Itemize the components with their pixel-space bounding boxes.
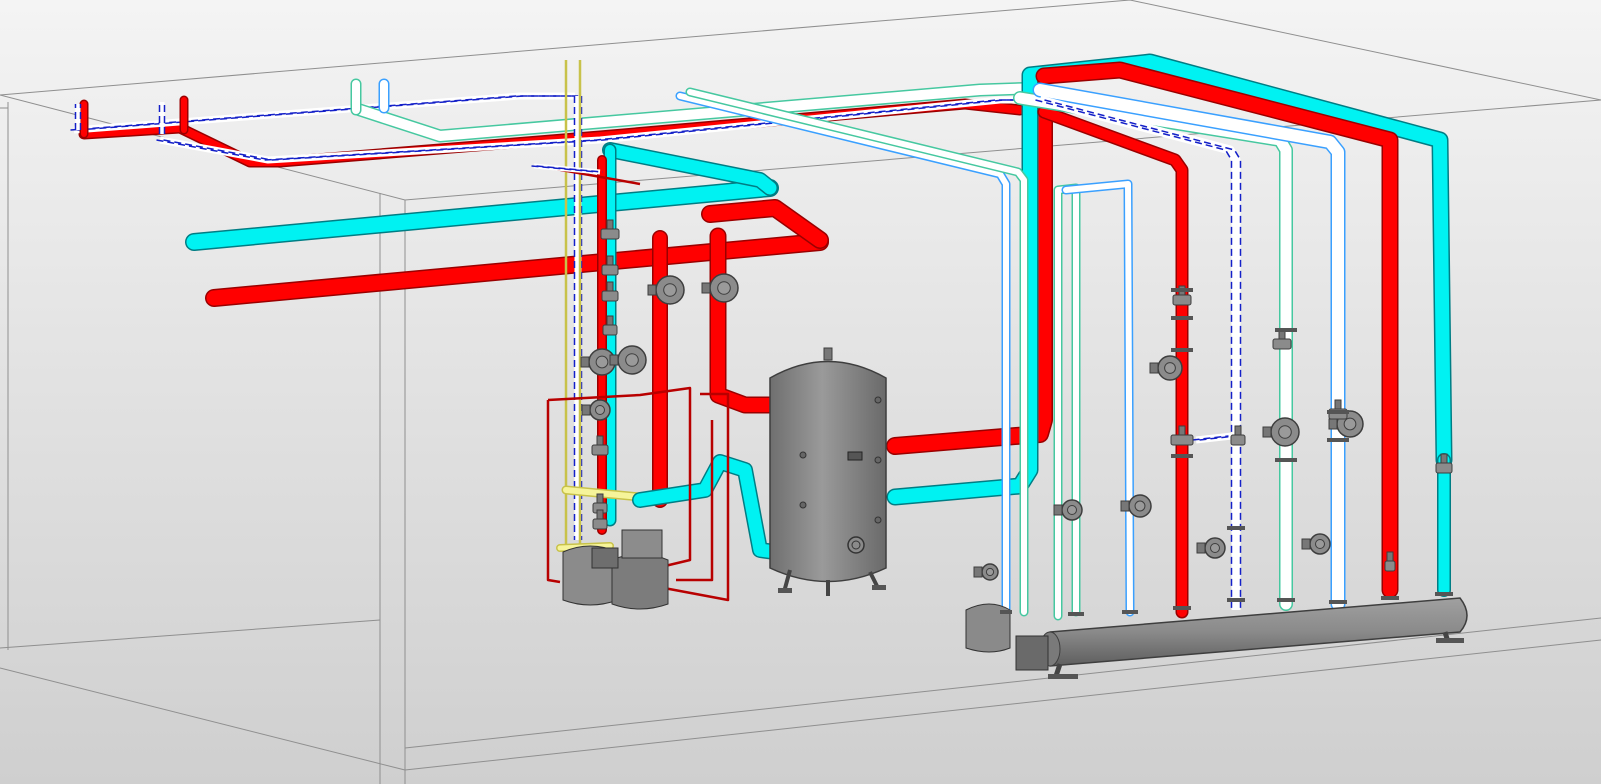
blue-riser-mid[interactable] bbox=[158, 102, 166, 134]
flange bbox=[1327, 410, 1349, 414]
flange bbox=[1435, 592, 1453, 596]
blue-riser-left[interactable] bbox=[74, 104, 82, 130]
flange bbox=[1227, 598, 1245, 602]
flange bbox=[1329, 600, 1347, 604]
flange bbox=[1171, 454, 1193, 458]
flange bbox=[1275, 458, 1297, 462]
flange bbox=[1171, 316, 1193, 320]
valve[interactable] bbox=[1384, 551, 1396, 572]
flange bbox=[1068, 612, 1084, 616]
flange bbox=[1171, 348, 1193, 352]
model-viewport[interactable] bbox=[0, 0, 1601, 784]
flange bbox=[1275, 328, 1297, 332]
flange bbox=[1277, 598, 1295, 602]
flange bbox=[1122, 610, 1138, 614]
flange bbox=[1173, 606, 1191, 610]
flange bbox=[1000, 610, 1012, 614]
piping-3d-scene[interactable] bbox=[0, 0, 1601, 784]
flange bbox=[1171, 288, 1193, 292]
flange bbox=[1327, 438, 1349, 442]
flange bbox=[1381, 596, 1399, 600]
flange bbox=[1227, 526, 1245, 530]
storage-tank[interactable] bbox=[769, 347, 887, 596]
blue-short-right[interactable] bbox=[1192, 432, 1236, 444]
